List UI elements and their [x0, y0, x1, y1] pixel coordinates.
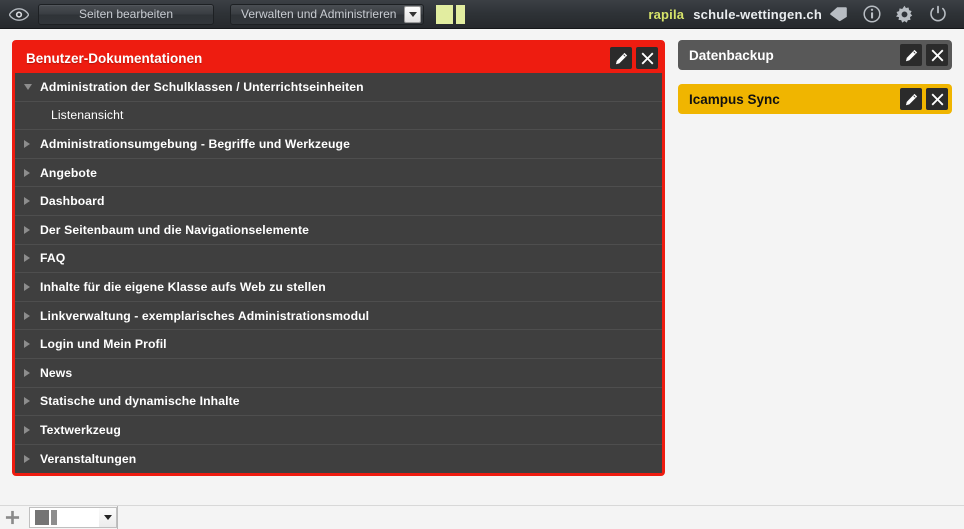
eye-icon — [9, 7, 29, 21]
settings-button[interactable] — [888, 0, 921, 29]
side-panel: Icampus Sync — [678, 84, 952, 114]
tree-row-label: Administrationsumgebung - Begriffe und W… — [40, 136, 350, 151]
close-icon — [931, 49, 943, 61]
add-panel-button[interactable] — [0, 506, 24, 529]
chevron-down-icon[interactable] — [24, 83, 40, 90]
close-icon — [641, 52, 653, 64]
chevron-down-icon[interactable] — [99, 507, 116, 527]
tree-row-label: Login und Mein Profil — [40, 337, 167, 352]
logout-button[interactable] — [921, 0, 954, 29]
tag-button[interactable] — [822, 0, 855, 29]
chevron-right-icon[interactable] — [24, 139, 40, 148]
tree-row[interactable]: FAQ — [15, 245, 662, 274]
chevron-right-icon[interactable] — [24, 368, 40, 377]
layout-block-main — [436, 4, 453, 24]
workspace: Benutzer-Dokumentationen Administration … — [0, 29, 964, 505]
tree-row-label: Inhalte für die eigene Klasse aufs Web z… — [40, 279, 326, 294]
side-panel-close-button[interactable] — [926, 44, 948, 66]
edit-icon — [615, 52, 627, 64]
tree-row-label: News — [40, 365, 73, 380]
preview-button[interactable] — [0, 0, 38, 29]
edit-icon — [905, 93, 917, 105]
two-column-layout-icon — [35, 509, 57, 525]
chevron-right-icon[interactable] — [24, 340, 40, 349]
close-icon — [931, 93, 943, 105]
tree-row-label: Angebote — [40, 165, 97, 180]
chevron-right-icon[interactable] — [24, 455, 40, 464]
chevron-right-icon[interactable] — [24, 425, 40, 434]
tree-row[interactable]: Dashboard — [15, 187, 662, 216]
chevron-right-icon[interactable] — [24, 282, 40, 291]
tree-row[interactable]: Angebote — [15, 159, 662, 188]
tree-row-label: Veranstaltungen — [40, 452, 137, 467]
documentation-panel: Benutzer-Dokumentationen Administration … — [12, 40, 665, 477]
side-panel-title: Icampus Sync — [689, 91, 780, 107]
chevron-down-icon[interactable] — [404, 5, 421, 23]
documentation-panel-header: Benutzer-Dokumentationen — [15, 43, 662, 73]
tree-row[interactable]: Veranstaltungen — [15, 445, 662, 474]
bottom-bar — [0, 505, 964, 529]
edit-pages-label: Seiten bearbeiten — [78, 7, 174, 21]
top-bar-right: rapila schule-wettingen.ch — [648, 0, 964, 29]
site-label: schule-wettingen.ch — [693, 6, 822, 22]
tree-row-label: Statische und dynamische Inhalte — [40, 394, 240, 409]
tree-row-label: Administration der Schulklassen / Unterr… — [40, 79, 364, 94]
gear-icon — [895, 5, 913, 23]
layout-block-side — [456, 4, 465, 24]
chevron-right-icon[interactable] — [24, 311, 40, 320]
main-column: Benutzer-Dokumentationen Administration … — [12, 40, 665, 477]
edit-pages-button[interactable]: Seiten bearbeiten — [38, 3, 214, 25]
power-icon — [929, 5, 946, 22]
tree-row[interactable]: Administration der Schulklassen / Unterr… — [15, 73, 662, 102]
tag-icon — [830, 7, 847, 22]
tree-row-label: Linkverwaltung - exemplarisches Administ… — [40, 308, 370, 323]
tree-row[interactable]: Login und Mein Profil — [15, 330, 662, 359]
chevron-right-icon[interactable] — [24, 254, 40, 263]
chevron-right-icon[interactable] — [24, 397, 40, 406]
tree-row-label: FAQ — [40, 251, 66, 266]
brand-label: rapila — [648, 6, 685, 22]
tree-row-label: Listenansicht — [51, 108, 124, 123]
documentation-close-button[interactable] — [636, 47, 658, 69]
layout-select[interactable] — [29, 506, 117, 528]
side-panel-title: Datenbackup — [689, 47, 774, 63]
side-panel-edit-button[interactable] — [900, 88, 922, 110]
tree-row-label: Textwerkzeug — [40, 422, 121, 437]
tree-row[interactable]: Listenansicht — [15, 102, 662, 131]
layout-block-main — [35, 509, 49, 525]
side-panel: Datenbackup — [678, 40, 952, 70]
two-column-layout-indicator[interactable] — [436, 4, 465, 24]
top-bar: Seiten bearbeiten Verwalten und Administ… — [0, 0, 964, 29]
bottom-bar-divider — [117, 505, 118, 529]
side-panel-edit-button[interactable] — [900, 44, 922, 66]
tree-row[interactable]: Statische und dynamische Inhalte — [15, 388, 662, 417]
manage-administer-value: Verwalten und Administrieren — [241, 7, 397, 21]
tree-row[interactable]: Der Seitenbaum und die Navigationselemen… — [15, 216, 662, 245]
manage-administer-select[interactable]: Verwalten und Administrieren — [230, 3, 424, 25]
tree-row[interactable]: News — [15, 359, 662, 388]
tree-row-label: Dashboard — [40, 194, 105, 209]
chevron-right-icon[interactable] — [24, 168, 40, 177]
tree-row[interactable]: Inhalte für die eigene Klasse aufs Web z… — [15, 273, 662, 302]
plus-icon — [5, 510, 19, 524]
documentation-tree: Administration der Schulklassen / Unterr… — [15, 73, 662, 474]
info-icon — [862, 5, 881, 23]
documentation-edit-button[interactable] — [610, 47, 632, 69]
tree-row[interactable]: Linkverwaltung - exemplarisches Administ… — [15, 302, 662, 331]
tree-row[interactable]: Administrationsumgebung - Begriffe und W… — [15, 130, 662, 159]
chevron-right-icon[interactable] — [24, 225, 40, 234]
chevron-right-icon[interactable] — [24, 197, 40, 206]
documentation-panel-title: Benutzer-Dokumentationen — [26, 50, 203, 66]
layout-block-side — [51, 509, 57, 525]
side-panel-close-button[interactable] — [926, 88, 948, 110]
side-column: Datenbackup Icampus Sync — [678, 40, 952, 128]
edit-icon — [905, 49, 917, 61]
tree-row[interactable]: Textwerkzeug — [15, 416, 662, 445]
info-button[interactable] — [855, 0, 888, 29]
tree-row-label: Der Seitenbaum und die Navigationselemen… — [40, 222, 310, 237]
